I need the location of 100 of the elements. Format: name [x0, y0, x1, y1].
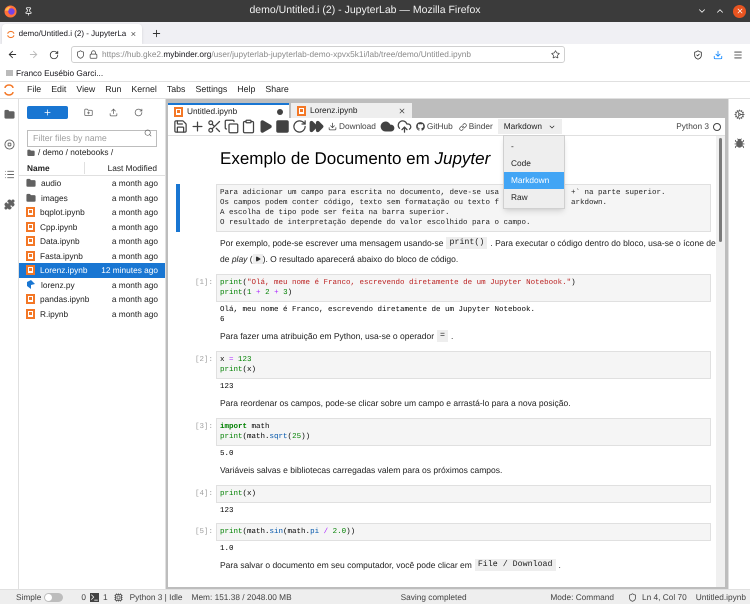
refresh-icon[interactable]: [134, 108, 143, 117]
menu-item[interactable]: Help: [232, 83, 260, 97]
url-field[interactable]: https://hub.gke2.mybinder.org/user/jupyterlab-jupyterlab-demo-xpvx5k1i/lab/tree/demo/Untitled.ipynb: [71, 46, 565, 63]
menu-item[interactable]: Kernel: [126, 83, 162, 97]
menu-icon[interactable]: [733, 50, 743, 60]
paragraph-text: Para reordenar os campos, pode-se clicar sobre um campo e arrastá-lo para a nova posição.: [220, 397, 571, 410]
settings-icon[interactable]: [734, 109, 745, 120]
simple-mode-label: Simple: [16, 590, 42, 604]
file-row[interactable]: lorenz.py a month ago: [19, 278, 165, 292]
markdown-editor[interactable]: [216, 184, 711, 232]
folder-icon: [27, 148, 35, 156]
notebook-icon: [26, 250, 35, 261]
menu-item[interactable]: Tabs: [162, 83, 190, 97]
menu-item[interactable]: View: [71, 83, 100, 97]
kernel-count[interactable]: 1: [103, 590, 108, 604]
cut-icon[interactable]: [206, 119, 223, 134]
cloud-upload-icon[interactable]: [396, 119, 413, 134]
menu-item[interactable]: Settings: [190, 83, 232, 97]
file-row[interactable]: Cpp.ipynb a month ago: [19, 220, 165, 234]
paragraph-text: Variáveis salvas e bibliotecas carregadas valem para os próximos campos.: [220, 464, 502, 477]
menu-item[interactable]: Edit: [46, 83, 72, 97]
cursor-position[interactable]: Ln 4, Col 70: [642, 590, 687, 604]
simple-mode-toggle[interactable]: [44, 592, 64, 602]
puzzle-icon[interactable]: [4, 199, 14, 210]
menu-item[interactable]: Share: [260, 83, 294, 97]
file-name: lorenz.py: [41, 278, 76, 291]
dropdown-option[interactable]: -: [504, 138, 564, 155]
bookmark[interactable]: Franco Eusébio Garci...: [6, 66, 104, 80]
restart-icon[interactable]: [291, 119, 308, 134]
bug-icon[interactable]: [734, 138, 745, 149]
menu-item[interactable]: File: [22, 83, 46, 97]
file-modified: a month ago: [112, 177, 158, 190]
paste-icon[interactable]: [240, 119, 257, 134]
column-header[interactable]: Name: [19, 162, 85, 174]
notebook-icon: [26, 308, 35, 319]
file-modified: a month ago: [112, 278, 158, 291]
scrollbar[interactable]: [716, 136, 725, 587]
file-row[interactable]: Lorenz.ipynb 12 minutes ago: [19, 263, 165, 278]
file-name: R.ipynb: [40, 308, 70, 320]
paragraph-text: ). O resultado aparecerá abaixo do bloco de código.: [262, 253, 458, 266]
menu-item[interactable]: Run: [100, 83, 126, 97]
close-icon[interactable]: [398, 106, 406, 114]
folder-icon: [26, 192, 36, 203]
terminal-count[interactable]: 0: [81, 590, 86, 604]
new-launcher-button[interactable]: [27, 106, 68, 119]
close-button[interactable]: [733, 4, 746, 18]
document-tab[interactable]: Lorenz.ipynb: [291, 103, 412, 118]
upload-icon[interactable]: [109, 108, 118, 117]
cell-type-select[interactable]: Markdown: [498, 119, 562, 134]
download-button[interactable]: Download: [325, 120, 379, 133]
file-row[interactable]: images a month ago: [19, 190, 165, 205]
file-modified: a month ago: [112, 235, 158, 248]
python-icon: [26, 280, 36, 290]
jupyter-logo[interactable]: [4, 84, 14, 96]
file-row[interactable]: bqplot.ipynb a month ago: [19, 205, 165, 220]
url-text: https://hub.gke2.mybinder.org/user/jupyterlab-jupyterlab-demo-xpvx5k1i/lab/tree/demo/Untitled.ipynb: [102, 48, 472, 61]
save-icon[interactable]: [172, 119, 189, 134]
column-header[interactable]: Last Modified: [85, 162, 165, 174]
reload-icon[interactable]: [49, 50, 59, 60]
folder-icon[interactable]: [4, 109, 14, 120]
cloud-icon[interactable]: [378, 119, 396, 134]
play-icon: [252, 254, 263, 264]
paragraph-text: .: [558, 559, 561, 572]
fast-forward-icon[interactable]: [308, 119, 325, 134]
file-row[interactable]: R.ipynb a month ago: [19, 306, 165, 321]
notebook-heading: Exemplo de Documento em Jupyter: [220, 148, 490, 170]
file-row[interactable]: Data.ipynb a month ago: [19, 234, 165, 248]
bookmark-icon: [6, 70, 13, 76]
new-folder-icon[interactable]: [84, 108, 93, 117]
file-name: pandas.ipynb: [40, 293, 90, 306]
dropdown-option[interactable]: Code: [504, 155, 564, 172]
file-row[interactable]: pandas.ipynb a month ago: [19, 292, 165, 306]
back-icon[interactable]: [7, 49, 18, 60]
binder-button[interactable]: Binder: [456, 120, 496, 133]
mode-indicator[interactable]: Mode: Command: [550, 590, 614, 604]
download-icon[interactable]: [713, 50, 723, 60]
filter-field[interactable]: Filter files by name: [27, 130, 157, 146]
jupyter-tab-icon: [7, 30, 15, 38]
document-tab[interactable]: Untitled.ipynb: [168, 103, 289, 118]
browser-tab[interactable]: demo/Untitled.i (2) - JupyterLa: [2, 24, 142, 44]
dropdown-option[interactable]: Raw: [504, 189, 564, 206]
kernel-name[interactable]: Python 3: [676, 120, 709, 133]
new-tab-icon[interactable]: [151, 28, 162, 39]
kernel-idle-icon: [713, 122, 721, 130]
memory-usage: Mem: 151.38 / 2048.00 MB: [192, 590, 292, 604]
close-icon[interactable]: [130, 30, 137, 38]
github-button[interactable]: GitHub: [412, 120, 456, 133]
github-icon: [416, 122, 425, 131]
file-row[interactable]: Fasta.ipynb a month ago: [19, 248, 165, 263]
bookmark-star-icon[interactable]: [551, 50, 560, 59]
kernel-status[interactable]: Python 3 | Idle: [130, 590, 183, 604]
file-modified: a month ago: [112, 293, 158, 306]
pin-icon[interactable]: [24, 6, 33, 16]
stop-circle-icon[interactable]: [4, 139, 14, 150]
paragraph-text: Por exemplo, pode-se escrever uma mensagem usando-se: [220, 237, 444, 250]
file-row[interactable]: audio a month ago: [19, 176, 165, 190]
copy-icon[interactable]: [223, 119, 240, 134]
stop-icon[interactable]: [274, 119, 291, 134]
notebook-icon: [297, 106, 306, 116]
breadcrumb[interactable]: / demo / notebooks /: [38, 146, 114, 159]
